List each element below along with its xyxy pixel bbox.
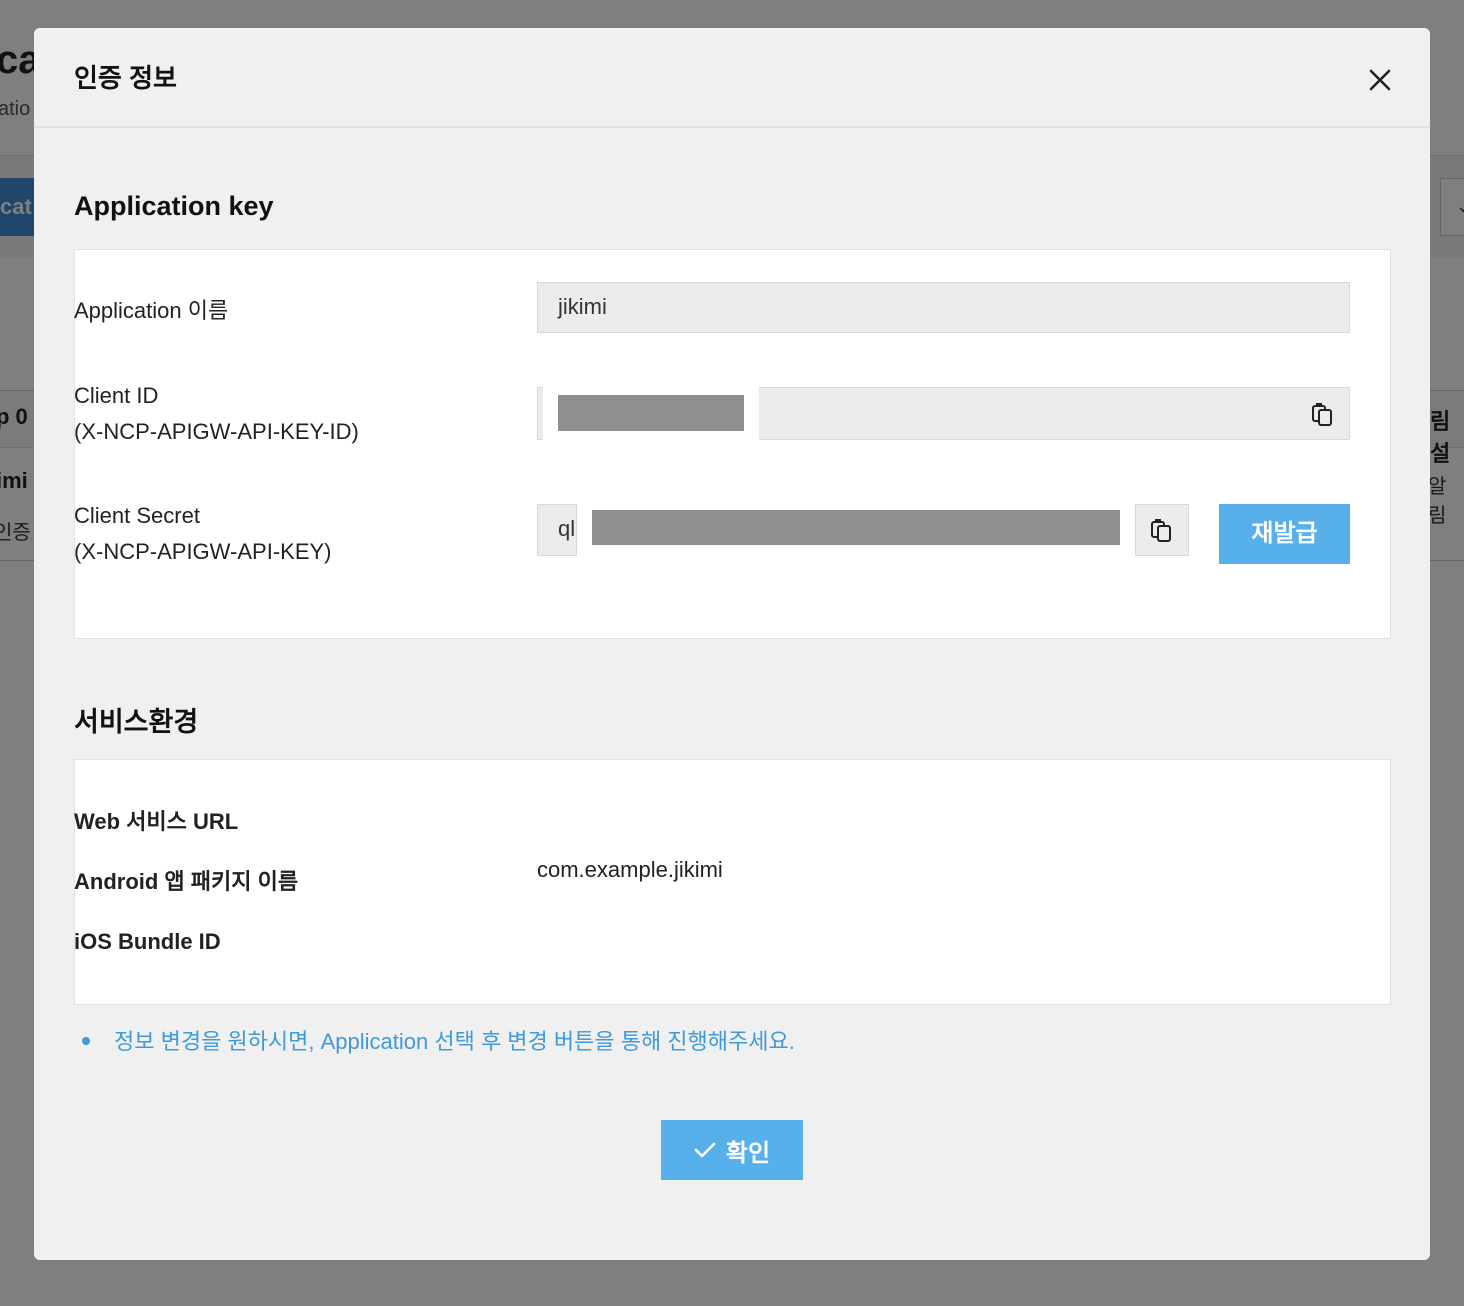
client-secret-redaction xyxy=(592,510,1120,545)
reissue-button[interactable]: 재발급 xyxy=(1219,504,1350,564)
client-id-label-line2: (X-NCP-APIGW-API-KEY-ID) xyxy=(74,419,359,444)
copy-icon xyxy=(1312,403,1332,426)
ios-bundle-label: iOS Bundle ID xyxy=(74,929,221,954)
app-name-field: jikimi xyxy=(537,282,1350,333)
client-id-redaction xyxy=(558,395,744,431)
service-env-title: 서비스환경 xyxy=(74,707,199,737)
info-note: 정보 변경을 원하시면, Application 선택 후 변경 버튼을 통해 … xyxy=(82,1024,795,1056)
close-button[interactable] xyxy=(1364,64,1396,96)
client-secret-label: Client Secret (X-NCP-APIGW-API-KEY) xyxy=(74,498,332,570)
close-icon xyxy=(1369,69,1391,91)
auth-info-modal: 인증 정보 Application key Application 이름 jik… xyxy=(34,28,1430,1260)
application-key-title: Application key xyxy=(74,191,274,221)
client-secret-label-line2: (X-NCP-APIGW-API-KEY) xyxy=(74,539,332,564)
web-url-label: Web 서비스 URL xyxy=(74,809,239,834)
bullet-icon xyxy=(82,1037,90,1046)
copy-icon xyxy=(1151,519,1171,542)
confirm-button[interactable]: 확인 xyxy=(661,1120,803,1180)
android-package-value: com.example.jikimi xyxy=(537,857,723,882)
client-secret-prefix: ql xyxy=(558,516,576,541)
copy-client-secret-button[interactable] xyxy=(1135,504,1189,556)
info-note-text: 정보 변경을 원하시면, Application 선택 후 변경 버튼을 통해 … xyxy=(114,1029,795,1054)
client-id-label: Client ID (X-NCP-APIGW-API-KEY-ID) xyxy=(74,378,359,450)
modal-header: 인증 정보 xyxy=(34,28,1430,128)
android-package-label: Android 앱 패키지 이름 xyxy=(74,869,299,894)
app-name-value: jikimi xyxy=(558,294,607,319)
modal-title: 인증 정보 xyxy=(74,63,177,93)
app-name-label: Application 이름 xyxy=(74,298,229,323)
check-icon xyxy=(694,1142,716,1158)
client-id-label-line1: Client ID xyxy=(74,383,159,408)
client-secret-label-line1: Client Secret xyxy=(74,503,200,528)
confirm-label: 확인 xyxy=(725,1139,771,1167)
client-secret-field[interactable]: ql xyxy=(537,504,577,556)
copy-client-id-button[interactable] xyxy=(1296,388,1350,440)
